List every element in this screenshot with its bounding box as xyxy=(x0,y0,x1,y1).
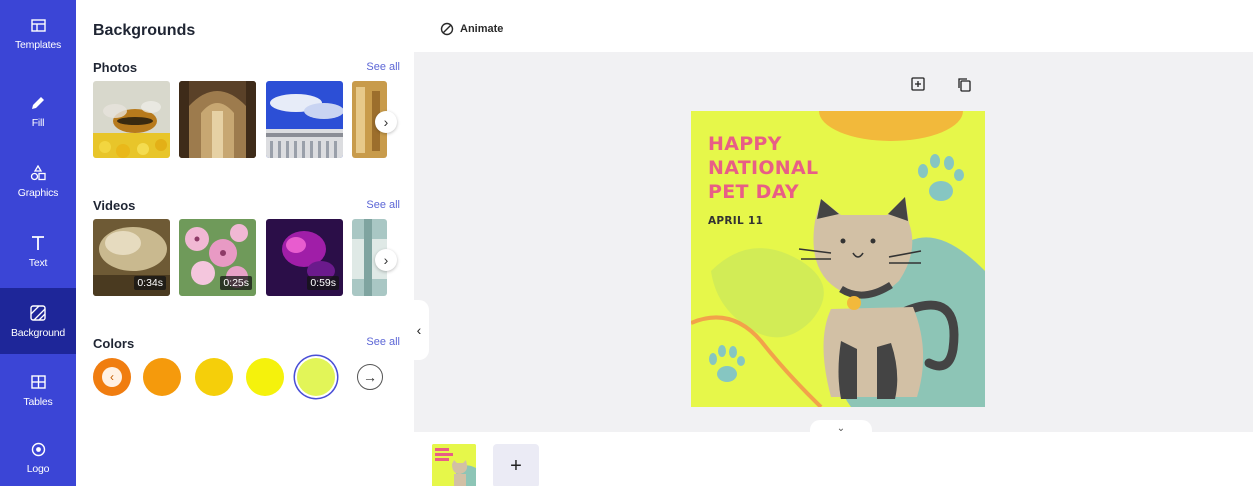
paw-print-icon xyxy=(918,154,964,201)
rail-label: Text xyxy=(28,257,48,269)
color-swatch-orange[interactable] xyxy=(143,358,181,396)
video-duration: 0:34s xyxy=(134,276,166,290)
add-page-button[interactable]: + xyxy=(493,444,539,486)
colors-heading: Colors xyxy=(93,336,135,351)
logo-icon xyxy=(31,439,46,459)
rail-label: Graphics xyxy=(17,187,59,199)
photos-see-all-link[interactable]: See all xyxy=(366,61,400,73)
design-title-line: HAPPY xyxy=(708,133,782,155)
rail-item-tables[interactable]: Tables xyxy=(0,357,76,423)
video-clouds-thumbnail[interactable]: 0:34s xyxy=(93,219,170,296)
videos-see-all-link[interactable]: See all xyxy=(366,199,400,211)
add-page-icon[interactable] xyxy=(910,76,926,92)
text-icon xyxy=(30,233,46,253)
design-date: APRIL 11 xyxy=(708,215,764,227)
duplicate-page-icon[interactable] xyxy=(956,76,972,92)
video-duration: 0:59s xyxy=(307,276,339,290)
animate-button[interactable]: Animate xyxy=(440,22,503,36)
collapse-panel-tab[interactable]: ‹ xyxy=(409,300,429,360)
templates-icon xyxy=(30,15,46,35)
left-nav-rail: Templates Fill Graphics Text Background xyxy=(0,0,76,486)
design-editor: Templates Fill Graphics Text Background xyxy=(0,0,1253,486)
design-canvas[interactable]: HAPPY NATIONAL PET DAY APRIL 11 xyxy=(691,111,985,407)
colors-see-all-link[interactable]: See all xyxy=(366,336,400,348)
rail-label: Tables xyxy=(23,396,53,408)
shapes-icon xyxy=(30,163,46,183)
design-title-line: NATIONAL xyxy=(708,157,819,179)
videos-heading: Videos xyxy=(93,198,136,213)
rail-label: Background xyxy=(10,327,66,339)
design-artwork xyxy=(691,111,985,407)
panel-title: Backgrounds xyxy=(93,22,196,39)
color-swatch-yellow[interactable] xyxy=(246,358,284,396)
photo-bee-thumbnail[interactable] xyxy=(93,81,170,158)
animate-icon xyxy=(440,22,454,36)
animate-label: Animate xyxy=(460,23,504,35)
rail-label: Templates xyxy=(14,39,62,51)
page-bar: + xyxy=(414,432,1253,486)
rail-item-logo[interactable]: Logo xyxy=(0,424,76,486)
backgrounds-panel: Backgrounds Photos See all › Videos See … xyxy=(76,0,414,486)
video-blossom-thumbnail[interactable]: 0:25s xyxy=(179,219,256,296)
page-thumbnail[interactable] xyxy=(432,444,476,486)
photo-cathedral-thumbnail[interactable] xyxy=(179,81,256,158)
color-swatch-lime-selected[interactable] xyxy=(297,358,335,396)
video-purple-ink-thumbnail[interactable]: 0:59s xyxy=(266,219,343,296)
chevron-left-icon: ‹ xyxy=(416,322,422,338)
table-icon xyxy=(30,372,46,392)
rail-label: Logo xyxy=(26,463,50,475)
editor-toolbar: Animate xyxy=(414,0,1253,52)
rail-item-background[interactable]: Background xyxy=(0,288,76,354)
color-swatch-gold[interactable] xyxy=(195,358,233,396)
video-duration: 0:25s xyxy=(220,276,252,290)
paw-print-small-icon xyxy=(709,345,745,382)
rail-item-fill[interactable]: Fill xyxy=(0,78,76,144)
rail-item-graphics[interactable]: Graphics xyxy=(0,148,76,214)
rail-label: Fill xyxy=(31,117,45,129)
photos-heading: Photos xyxy=(93,60,138,75)
pencil-icon xyxy=(30,93,46,113)
rail-item-text[interactable]: Text xyxy=(0,218,76,284)
videos-next-arrow-icon[interactable]: › xyxy=(375,249,397,271)
colors-prev-button[interactable]: ‹ xyxy=(93,358,131,396)
photos-next-arrow-icon[interactable]: › xyxy=(375,111,397,133)
photo-building-sky-thumbnail[interactable] xyxy=(266,81,343,158)
design-title-line: PET DAY xyxy=(708,181,799,203)
colors-next-arrow-icon[interactable]: → xyxy=(357,364,383,390)
background-icon xyxy=(30,303,46,323)
chevron-left-icon: ‹ xyxy=(102,367,122,387)
rail-item-templates[interactable]: Templates xyxy=(0,0,76,66)
